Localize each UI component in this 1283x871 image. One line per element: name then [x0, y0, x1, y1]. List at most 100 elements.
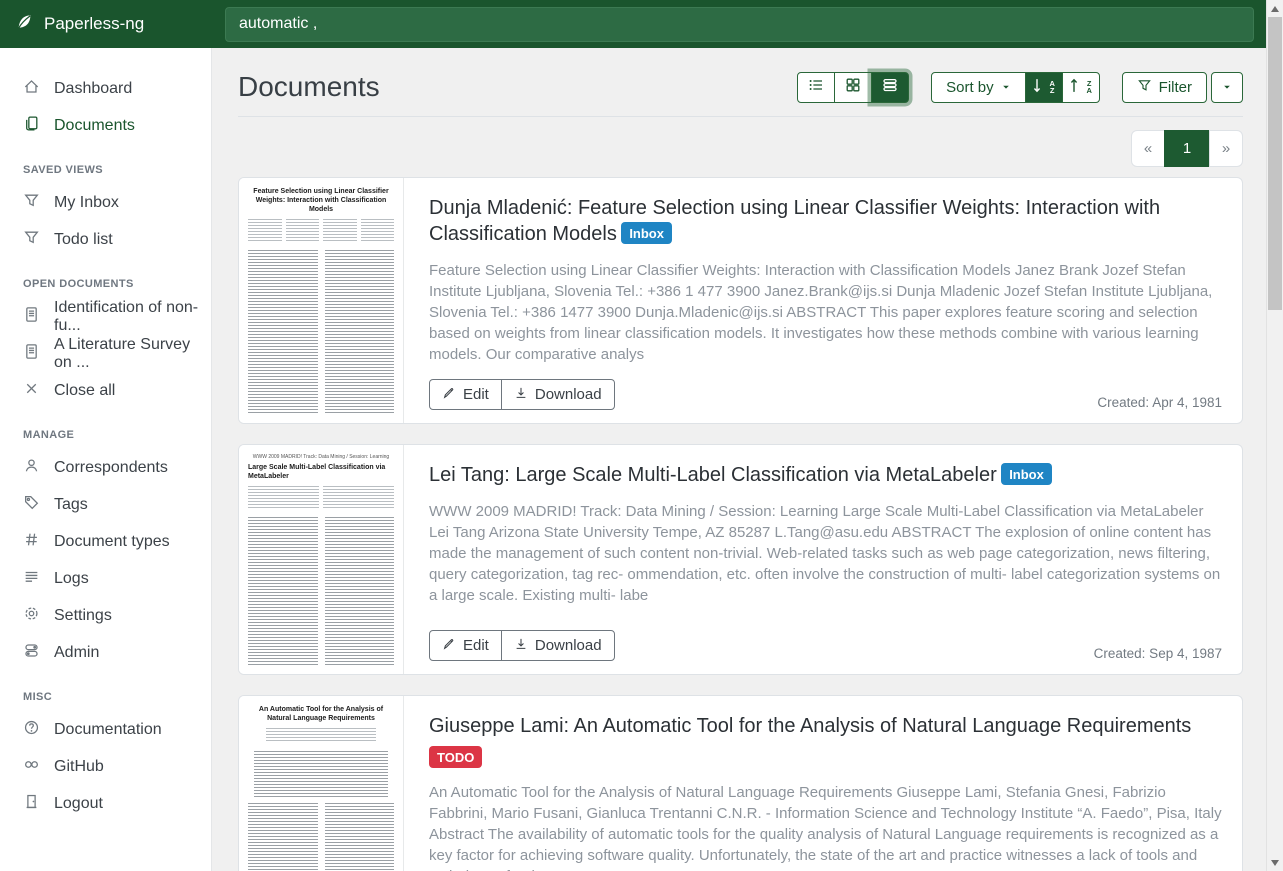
documents-toolbar: Sort by AZ ZA Filter	[797, 72, 1243, 103]
sidebar-item-todo-list[interactable]: Todo list	[0, 221, 211, 258]
sidebar-item-label: Documentation	[54, 721, 162, 739]
thumbnail-authors-block	[248, 486, 394, 508]
funnel-icon	[1137, 78, 1152, 97]
document-title-link[interactable]: Dunja Mladenić: Feature Selection using …	[429, 197, 1160, 245]
sidebar-item-correspondents[interactable]: Correspondents	[0, 449, 211, 486]
sidebar-item-label: Close all	[54, 382, 115, 400]
sort-by-dropdown[interactable]: Sort by	[931, 72, 1026, 103]
sidebar-item-open-doc-2[interactable]: A Literature Survey on ...	[0, 335, 211, 372]
thumbnail-paper-title: Large Scale Multi-Label Classification v…	[248, 463, 394, 481]
document-title-link[interactable]: Giuseppe Lami: An Automatic Tool for the…	[429, 715, 1191, 737]
tag-icon	[23, 494, 40, 516]
filter-dropdown-button[interactable]	[1211, 72, 1243, 103]
door-icon	[23, 793, 40, 815]
sidebar-item-document-types[interactable]: Document types	[0, 523, 211, 560]
thumbnail-body-columns	[248, 517, 394, 665]
sort-descending-button[interactable]: AZ	[1025, 72, 1063, 103]
scrollbar-down-arrow[interactable]	[1267, 854, 1283, 871]
document-actions: Edit Download	[429, 630, 615, 661]
thumbnail-authors-block	[248, 219, 394, 241]
tag-badge-inbox[interactable]: Inbox	[1001, 463, 1052, 485]
question-icon	[23, 719, 40, 741]
vertical-scrollbar[interactable]	[1266, 0, 1283, 871]
page-title: Documents	[238, 71, 380, 103]
document-title-link[interactable]: Lei Tang: Large Scale Multi-Label Classi…	[429, 464, 997, 486]
tag-badge-inbox[interactable]: Inbox	[621, 222, 672, 244]
sidebar-item-dashboard[interactable]: Dashboard	[0, 70, 211, 107]
sidebar-item-label: Correspondents	[54, 459, 168, 477]
sidebar-item-my-inbox[interactable]: My Inbox	[0, 184, 211, 221]
sidebar-item-label: Tags	[54, 496, 88, 514]
sidebar-item-label: Identification of non-fu...	[54, 299, 211, 335]
sidebar-section-saved-views: SAVED VIEWS	[0, 144, 211, 184]
download-label: Download	[535, 386, 602, 403]
thumbnail-abstract-lines	[254, 751, 388, 797]
search-area: automatic ,	[212, 0, 1283, 48]
sidebar-item-label: Settings	[54, 607, 112, 625]
top-navbar: Paperless-ng automatic ,	[0, 0, 1283, 48]
edit-button[interactable]: Edit	[429, 630, 502, 661]
document-card-footer: Edit Download Created: Sep 4, 1987	[429, 616, 1222, 661]
grid-view-icon	[845, 77, 861, 97]
sidebar-item-tags[interactable]: Tags	[0, 486, 211, 523]
brand-name: Paperless-ng	[44, 14, 144, 34]
download-button[interactable]: Download	[501, 630, 615, 661]
file-text-icon	[23, 306, 40, 328]
sidebar-item-label: Document types	[54, 533, 170, 551]
scrollbar-thumb[interactable]	[1268, 17, 1282, 310]
thumbnail-authors-block	[248, 728, 394, 742]
document-excerpt: Feature Selection using Linear Classifie…	[429, 260, 1222, 365]
download-icon	[514, 637, 528, 655]
view-list-button[interactable]	[797, 72, 835, 103]
sidebar-item-close-all[interactable]: Close all	[0, 372, 211, 409]
sidebar-item-label: My Inbox	[54, 194, 119, 212]
sidebar-section-misc: MISC	[0, 671, 211, 711]
home-icon	[23, 78, 40, 100]
thumbnail-paper-title: An Automatic Tool for the Analysis of Na…	[248, 705, 394, 723]
scrollbar-up-arrow[interactable]	[1267, 0, 1283, 17]
document-thumbnail[interactable]: An Automatic Tool for the Analysis of Na…	[239, 696, 404, 871]
sidebar-item-logout[interactable]: Logout	[0, 785, 211, 822]
document-card-body: Dunja Mladenić: Feature Selection using …	[404, 178, 1242, 423]
pencil-icon	[442, 637, 456, 655]
filter-button[interactable]: Filter	[1122, 72, 1207, 103]
sidebar-item-label: Logout	[54, 795, 103, 813]
pagination-page-1-button[interactable]: 1	[1164, 130, 1210, 167]
pagination-next-button[interactable]: »	[1209, 130, 1243, 167]
sidebar-item-admin[interactable]: Admin	[0, 634, 211, 671]
sort-ascending-button[interactable]: ZA	[1062, 72, 1100, 103]
document-card: Feature Selection using Linear Classifie…	[238, 177, 1243, 424]
detail-view-icon	[882, 77, 898, 97]
sidebar-item-documents[interactable]: Documents	[0, 107, 211, 144]
view-grid-button[interactable]	[834, 72, 872, 103]
sidebar-item-documentation[interactable]: Documentation	[0, 711, 211, 748]
hash-icon	[23, 531, 40, 553]
thumbnail-paper-title: Feature Selection using Linear Classifie…	[248, 187, 394, 214]
document-thumbnail[interactable]: Feature Selection using Linear Classifie…	[239, 178, 404, 423]
sidebar-item-label: Documents	[54, 117, 135, 135]
document-card-footer: Edit Download Created: Apr 4, 1981	[429, 365, 1222, 410]
sidebar-item-label: A Literature Survey on ...	[54, 336, 211, 372]
sort-group: Sort by AZ ZA	[931, 72, 1100, 103]
view-detail-button[interactable]	[871, 72, 909, 103]
search-input[interactable]: automatic ,	[225, 7, 1254, 42]
edit-button[interactable]: Edit	[429, 379, 502, 410]
thumbnail-body-columns	[248, 250, 394, 414]
document-card-body: Lei Tang: Large Scale Multi-Label Classi…	[404, 445, 1242, 674]
pagination: « 1 »	[1131, 130, 1243, 167]
brand[interactable]: Paperless-ng	[0, 0, 212, 48]
sidebar-item-github[interactable]: GitHub	[0, 748, 211, 785]
toggles-icon	[23, 642, 40, 664]
created-date: Created: Apr 4, 1981	[1097, 395, 1222, 410]
document-card: An Automatic Tool for the Analysis of Na…	[238, 695, 1243, 871]
sidebar-item-open-doc-1[interactable]: Identification of non-fu...	[0, 298, 211, 335]
download-button[interactable]: Download	[501, 379, 615, 410]
pagination-prev-button[interactable]: «	[1131, 130, 1165, 167]
sidebar-item-label: Dashboard	[54, 80, 132, 98]
sidebar-item-logs[interactable]: Logs	[0, 560, 211, 597]
tag-badge-todo[interactable]: TODO	[429, 746, 482, 768]
pencil-icon	[442, 386, 456, 404]
document-thumbnail[interactable]: WWW 2009 MADRID! Track: Data Mining / Se…	[239, 445, 404, 674]
main-content: Documents Sort by	[212, 48, 1283, 871]
sidebar-item-settings[interactable]: Settings	[0, 597, 211, 634]
